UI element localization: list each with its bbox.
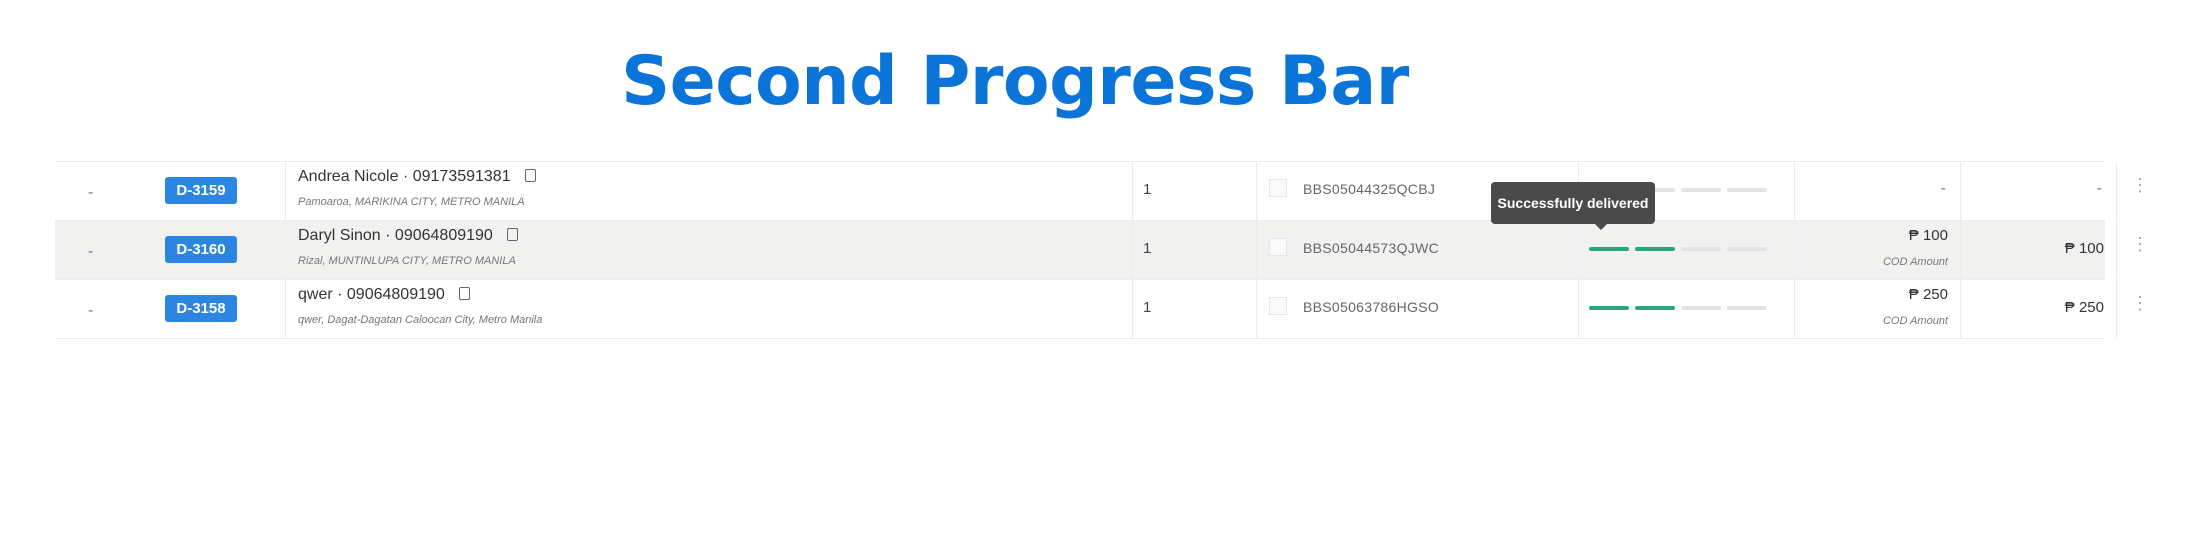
- quantity: 1: [1143, 240, 1152, 257]
- progress-segment: [1635, 306, 1675, 310]
- row-dash: -: [88, 184, 94, 201]
- total-amount: ₱ 250: [2064, 299, 2104, 316]
- order-id-badge[interactable]: D-3160: [165, 236, 237, 263]
- progress-segment: [1589, 306, 1629, 310]
- row-dash: -: [88, 243, 94, 260]
- row-checkbox[interactable]: [1269, 297, 1287, 315]
- cod-amount: ₱ 250: [1908, 286, 1948, 303]
- orders-table: - D-3159 Andrea Nicole · 09173591381 Pam…: [55, 161, 2149, 339]
- cod-amount-label: COD Amount: [1882, 315, 1948, 327]
- row-checkbox[interactable]: [1269, 179, 1287, 197]
- copy-icon[interactable]: [524, 169, 536, 182]
- table-row: - D-3159 Andrea Nicole · 09173591381 Pam…: [55, 162, 2149, 221]
- progress-tooltip: Successfully delivered: [1491, 182, 1655, 230]
- more-options-icon[interactable]: ⋮: [2131, 235, 2149, 253]
- progress-segment: [1681, 306, 1721, 310]
- order-id-badge[interactable]: D-3159: [165, 177, 237, 204]
- tracking-number: BBS05044325QCBJ: [1303, 181, 1436, 197]
- progress-segment: [1589, 247, 1629, 251]
- copy-icon[interactable]: [506, 228, 518, 241]
- progress-segment: [1727, 188, 1767, 192]
- row-dash: -: [88, 302, 94, 319]
- total-amount: ₱ 100: [2064, 240, 2104, 257]
- customer-address: Rizal, MUNTINLUPA CITY, METRO MANILA: [298, 255, 516, 267]
- customer-name-phone: Daryl Sinon · 09064809190: [298, 227, 518, 245]
- more-options-icon[interactable]: ⋮: [2131, 294, 2149, 312]
- progress-segment: [1635, 247, 1675, 251]
- customer-name-phone: qwer · 09064809190: [298, 286, 470, 304]
- total-amount: -: [2096, 180, 2102, 197]
- copy-icon[interactable]: [458, 287, 470, 300]
- customer-address: qwer, Dagat-Dagatan Caloocan City, Metro…: [298, 314, 543, 326]
- progress-segment: [1727, 306, 1767, 310]
- tracking-number: BBS05063786HGSO: [1303, 299, 1440, 315]
- customer-name-phone: Andrea Nicole · 09173591381: [298, 168, 536, 186]
- progress-segment: [1681, 247, 1721, 251]
- row-checkbox[interactable]: [1269, 238, 1287, 256]
- page-heading: Second Progress Bar: [621, 42, 1409, 121]
- cod-amount-label: COD Amount: [1882, 256, 1948, 268]
- tracking-number: BBS05044573QJWC: [1303, 240, 1440, 256]
- cod-amount: ₱ 100: [1908, 227, 1948, 244]
- progress-segment: [1727, 247, 1767, 251]
- order-id-badge[interactable]: D-3158: [165, 295, 237, 322]
- customer-address: Pamoaroa, MARIKINA CITY, METRO MANILA: [298, 196, 525, 208]
- cod-amount: -: [1940, 180, 1946, 197]
- more-options-icon[interactable]: ⋮: [2131, 176, 2149, 194]
- quantity: 1: [1143, 299, 1152, 316]
- table-row: - D-3158 qwer · 09064809190 qwer, Dagat-…: [55, 280, 2149, 339]
- table-row: - D-3160 Daryl Sinon · 09064809190 Rizal…: [55, 221, 2149, 280]
- quantity: 1: [1143, 181, 1152, 198]
- progress-segment: [1681, 188, 1721, 192]
